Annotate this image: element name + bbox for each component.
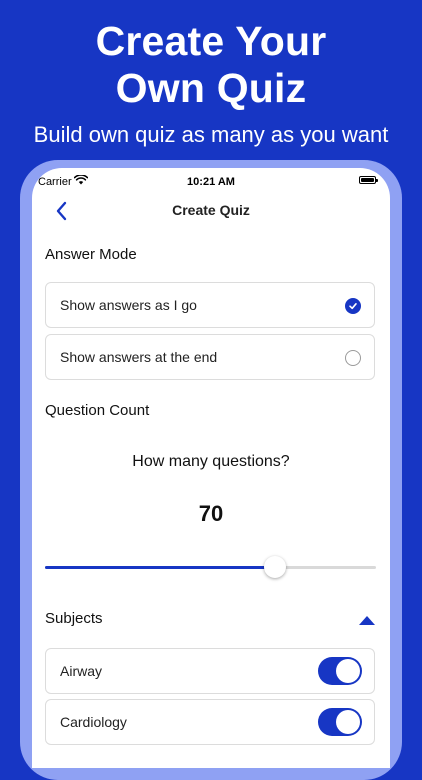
slider-fill — [45, 566, 276, 569]
page-title: Create Quiz — [172, 202, 250, 218]
question-count-heading: Question Count — [45, 402, 150, 419]
toggle-knob — [336, 710, 360, 734]
option-label: Show answers as I go — [60, 297, 197, 313]
subjects-heading: Subjects — [45, 610, 103, 627]
subject-label: Cardiology — [60, 714, 127, 730]
subject-item-airway: Airway — [45, 648, 375, 694]
subject-item-cardiology: Cardiology — [45, 699, 375, 745]
subject-label: Airway — [60, 663, 103, 679]
caret-up-icon[interactable] — [358, 614, 376, 626]
app-screen: Carrier 10:21 AM Create Quiz Answer Mode… — [32, 168, 390, 768]
option-show-answers-at-end[interactable]: Show answers at the end — [45, 334, 375, 380]
promo-subheadline: Build own quiz as many as you want — [33, 122, 389, 147]
status-bar: Carrier 10:21 AM — [32, 168, 390, 190]
status-time: 10:21 AM — [187, 176, 235, 188]
slider-thumb[interactable] — [264, 556, 287, 578]
question-count-prompt: How many questions? — [132, 453, 290, 470]
option-label: Show answers at the end — [60, 349, 218, 365]
nav-bar: Create Quiz — [32, 196, 390, 226]
question-count-slider[interactable] — [45, 556, 376, 580]
battery-icon — [359, 176, 378, 184]
radio-unselected-icon — [345, 350, 361, 366]
subject-toggle-cardiology[interactable] — [318, 708, 362, 736]
answer-mode-heading: Answer Mode — [45, 246, 137, 263]
option-show-answers-as-i-go[interactable]: Show answers as I go — [45, 282, 375, 328]
promo-headline: Create Your Own Quiz — [95, 18, 327, 111]
radio-selected-icon — [345, 298, 361, 314]
toggle-knob — [336, 659, 360, 683]
subject-toggle-airway[interactable] — [318, 657, 362, 685]
question-count-value: 70 — [198, 501, 224, 526]
